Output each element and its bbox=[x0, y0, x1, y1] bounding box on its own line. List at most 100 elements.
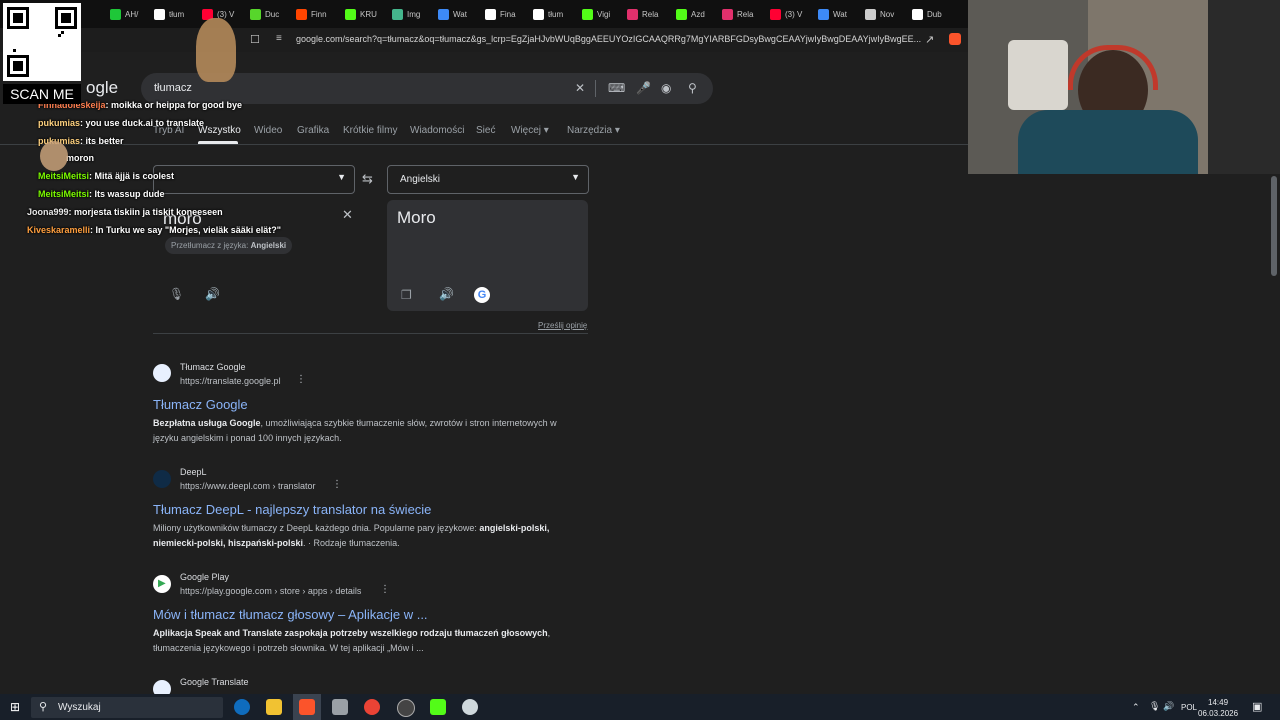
browser-tab[interactable]: Nov bbox=[865, 3, 894, 25]
microphone-icon[interactable]: 🎤 bbox=[636, 81, 651, 95]
address-bar[interactable]: ☐ ≡ google.com/search?q=tłumacz&oq=tłuma… bbox=[0, 28, 968, 52]
edge-icon[interactable] bbox=[234, 699, 250, 715]
browser-tab[interactable]: Wat bbox=[818, 3, 847, 25]
tab-news[interactable]: Wiadomości bbox=[410, 125, 464, 136]
bookmark-icon[interactable]: ☐ bbox=[250, 33, 260, 46]
scrollbar-thumb[interactable] bbox=[1271, 176, 1277, 276]
result-title-link[interactable]: Tłumacz Google bbox=[153, 397, 248, 412]
brave-icon[interactable] bbox=[299, 699, 315, 715]
file-explorer-icon[interactable] bbox=[266, 699, 282, 715]
chrome-icon[interactable] bbox=[364, 699, 380, 715]
tab-images[interactable]: Grafika bbox=[297, 125, 329, 136]
tab-tools[interactable]: Narzędzia ▾ bbox=[567, 125, 620, 136]
clear-icon[interactable]: ✕ bbox=[575, 81, 585, 95]
lens-icon[interactable]: ◉ bbox=[661, 81, 671, 95]
feedback-link[interactable]: Prześlij opinię bbox=[538, 321, 587, 330]
swap-languages-icon[interactable]: ⇆ bbox=[362, 171, 373, 187]
google-g-icon[interactable]: G bbox=[474, 287, 490, 303]
more-options-icon[interactable]: ⋮ bbox=[332, 479, 342, 490]
taskbar-search-placeholder: Wyszukaj bbox=[58, 702, 101, 713]
volume-icon[interactable]: 🔊 bbox=[1163, 701, 1174, 712]
browser-tab[interactable]: AH/ bbox=[110, 3, 138, 25]
chat-text: In Turku we say "Morjes, vieläk sääki el… bbox=[95, 225, 281, 235]
taskbar-clock[interactable]: 14:49 06.03.2026 bbox=[1198, 697, 1238, 719]
brave-shield-icon[interactable] bbox=[949, 33, 961, 45]
tab-label: Fina bbox=[500, 9, 516, 19]
search-icon[interactable]: ⚲ bbox=[688, 81, 697, 95]
browser-tab[interactable]: Dub bbox=[912, 3, 942, 25]
app-icon[interactable] bbox=[332, 699, 348, 715]
chip-prefix: Przetłumacz z języka: bbox=[171, 241, 251, 250]
tab-short-videos[interactable]: Krótkie filmy bbox=[343, 125, 397, 136]
search-input[interactable]: tłumacz bbox=[154, 82, 192, 94]
browser-tab[interactable]: (3) V bbox=[770, 3, 802, 25]
tab-web[interactable]: Sieć bbox=[476, 125, 495, 136]
tab-more[interactable]: Więcej ▾ bbox=[511, 125, 549, 136]
chevron-down-icon: ▾ bbox=[543, 125, 549, 136]
target-language-select[interactable]: Angielski ▼ bbox=[387, 165, 589, 194]
keyboard-icon[interactable]: ⌨ bbox=[608, 81, 625, 95]
chat-text: you use duck.ai to translate bbox=[85, 118, 205, 128]
detected-language-chip[interactable]: Przetłumacz z języka: Angielski bbox=[165, 237, 293, 254]
deepl-favicon bbox=[153, 470, 171, 488]
chat-username: Kiveskaramelli bbox=[27, 225, 91, 235]
tab-favicon-icon bbox=[154, 8, 165, 20]
browser-tab[interactable]: Rela bbox=[722, 3, 753, 25]
result-site-name: Google Play bbox=[180, 572, 230, 582]
notifications-icon[interactable]: ▣ bbox=[1252, 700, 1262, 713]
tab-favicon-icon bbox=[722, 8, 733, 20]
dog-sticker bbox=[196, 18, 236, 82]
copy-icon[interactable]: ❐ bbox=[401, 288, 412, 302]
browser-tab[interactable]: Fina bbox=[485, 3, 516, 25]
app-icon[interactable] bbox=[462, 699, 478, 715]
browser-tab[interactable]: Finn bbox=[296, 3, 327, 25]
google-logo[interactable]: ogle bbox=[86, 78, 118, 98]
kick-icon[interactable] bbox=[430, 699, 446, 715]
tab-label: tłum bbox=[548, 9, 564, 19]
divider bbox=[595, 80, 596, 97]
browser-tab[interactable]: Img bbox=[392, 3, 420, 25]
taskbar-search-box[interactable]: ⚲ Wyszukaj bbox=[31, 697, 223, 718]
chat-text: Mitä äjjä is coolest bbox=[94, 171, 175, 181]
share-icon[interactable]: ↗ bbox=[925, 33, 934, 46]
result-title-link[interactable]: Mów i tłumacz tłumacz głosowy – Aplikacj… bbox=[153, 607, 428, 622]
tab-label: Finn bbox=[311, 9, 327, 19]
tab-label: Rela bbox=[642, 9, 659, 19]
clear-source-icon[interactable]: ✕ bbox=[342, 207, 353, 223]
tab-tools-label: Narzędzia bbox=[567, 125, 613, 136]
tab-favicon-icon bbox=[770, 8, 781, 20]
microphone-icon[interactable]: 🎙 bbox=[169, 287, 184, 301]
result-url[interactable]: https://www.deepl.com › translator bbox=[180, 481, 316, 491]
result-url[interactable]: https://play.google.com › store › apps ›… bbox=[180, 586, 361, 596]
more-options-icon[interactable]: ⋮ bbox=[296, 374, 306, 385]
site-settings-icon[interactable]: ≡ bbox=[276, 33, 282, 44]
windows-start-icon[interactable]: ⊞ bbox=[10, 700, 20, 714]
browser-tab[interactable]: Vigi bbox=[582, 3, 610, 25]
obs-icon[interactable] bbox=[397, 699, 415, 717]
browser-tab[interactable]: tłum bbox=[533, 3, 563, 25]
more-options-icon[interactable]: ⋮ bbox=[380, 584, 390, 595]
browser-tab[interactable]: KRU bbox=[345, 3, 377, 25]
microphone-icon[interactable]: 🎙 bbox=[1149, 701, 1160, 712]
browser-tab[interactable]: Wat bbox=[438, 3, 467, 25]
browser-tab[interactable]: Duc bbox=[250, 3, 279, 25]
scan-me-label: SCAN ME bbox=[3, 84, 81, 104]
result-snippet: Miliony użytkowników tłumaczy z DeepL ka… bbox=[153, 521, 578, 551]
result-url[interactable]: https://translate.google.pl bbox=[180, 376, 281, 386]
browser-tab[interactable]: Azd bbox=[676, 3, 705, 25]
speaker-icon[interactable]: 🔊 bbox=[205, 287, 220, 301]
result-title-link[interactable]: Tłumacz DeepL - najlepszy translator na … bbox=[153, 502, 431, 517]
chat-message: moron bbox=[66, 153, 94, 163]
tray-chevron-up-icon[interactable]: ⌃ bbox=[1132, 702, 1140, 713]
tab-video[interactable]: Wideo bbox=[254, 125, 282, 136]
url-text[interactable]: google.com/search?q=tłumacz&oq=tłumacz&g… bbox=[296, 34, 921, 44]
translation-text: Moro bbox=[397, 208, 436, 227]
tab-favicon-icon bbox=[485, 8, 496, 20]
tab-all[interactable]: Wszystko bbox=[198, 125, 241, 136]
browser-tab[interactable]: tłum bbox=[154, 3, 184, 25]
source-language-select[interactable]: ▼ bbox=[153, 165, 355, 194]
input-language[interactable]: POL bbox=[1181, 703, 1197, 712]
chat-username: MeitsiMeitsi bbox=[38, 189, 90, 199]
speaker-icon[interactable]: 🔊 bbox=[439, 287, 454, 301]
browser-tab[interactable]: Rela bbox=[627, 3, 658, 25]
